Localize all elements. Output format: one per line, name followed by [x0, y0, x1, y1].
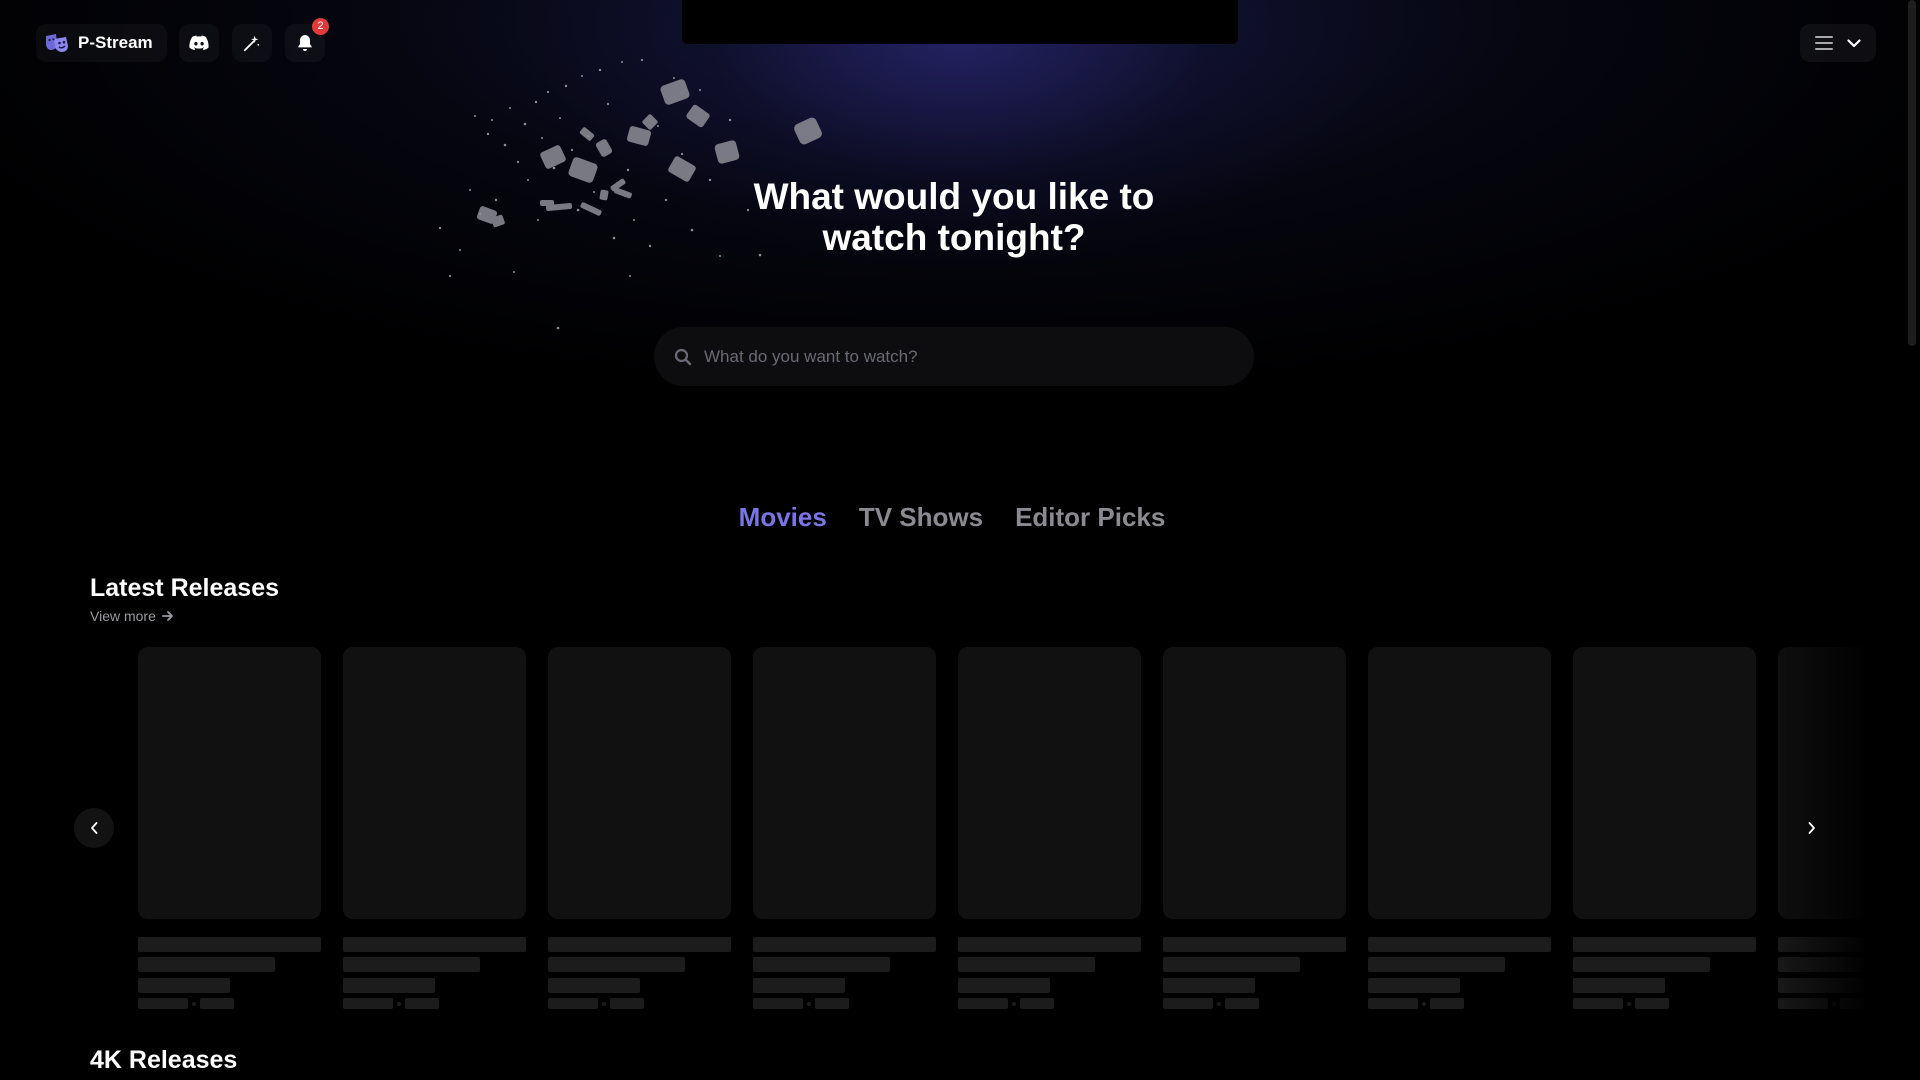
section-title-4k-releases: 4K Releases — [90, 1046, 238, 1074]
title-placeholder-2 — [753, 957, 890, 972]
meta-placeholder-2 — [1635, 998, 1669, 1009]
meta-placeholder-2 — [1430, 998, 1464, 1009]
meta-placeholder-2 — [200, 998, 234, 1009]
media-card-skeleton[interactable] — [1573, 647, 1756, 1009]
subtitle-placeholder — [753, 978, 845, 993]
poster-placeholder — [1368, 647, 1551, 919]
meta-placeholder — [343, 998, 393, 1009]
brand-name: P-Stream — [78, 33, 153, 52]
title-placeholder-2 — [548, 957, 685, 972]
notification-count-badge: 2 — [312, 18, 329, 35]
search-bar[interactable] — [654, 327, 1254, 386]
meta-placeholder — [1368, 998, 1418, 1009]
notifications-button[interactable]: 2 — [285, 18, 329, 62]
title-placeholder — [548, 937, 731, 952]
poster-placeholder — [1163, 647, 1346, 919]
meta-placeholder — [1163, 998, 1213, 1009]
meta-placeholder-2 — [1225, 998, 1259, 1009]
discord-icon — [189, 35, 209, 51]
view-more-link[interactable]: View more — [90, 608, 174, 624]
magic-wand-icon — [243, 35, 260, 52]
media-card-skeleton[interactable] — [1163, 647, 1346, 1009]
search-input[interactable] — [704, 346, 1224, 367]
chevron-right-icon — [1808, 822, 1815, 834]
meta-dot — [1422, 1002, 1426, 1006]
meta-placeholder-2 — [610, 998, 644, 1009]
media-card-skeleton[interactable] — [138, 647, 321, 1009]
poster-placeholder — [1573, 647, 1756, 919]
tab-tv-shows[interactable]: TV Shows — [859, 502, 983, 533]
meta-placeholder — [548, 998, 598, 1009]
title-placeholder-2 — [1573, 957, 1710, 972]
title-placeholder — [138, 937, 321, 952]
poster-placeholder — [958, 647, 1141, 919]
poster-placeholder — [138, 647, 321, 919]
section-title-latest-releases: Latest Releases — [90, 574, 280, 602]
category-tabs: Movies TV Shows Editor Picks — [0, 502, 1904, 533]
hero-title: What would you like to watch tonight? — [753, 176, 1155, 258]
meta-dot — [192, 1002, 196, 1006]
meta-placeholder-2 — [405, 998, 439, 1009]
title-placeholder — [958, 937, 1141, 952]
discover-button[interactable] — [232, 24, 272, 62]
meta-placeholder — [753, 998, 803, 1009]
brand-home-link[interactable]: P-Stream — [36, 24, 167, 62]
title-placeholder — [753, 937, 936, 952]
account-menu-button[interactable] — [1800, 24, 1876, 62]
media-card-skeleton[interactable] — [753, 647, 936, 1009]
arrow-right-icon — [161, 611, 173, 621]
media-carousel — [138, 647, 1864, 1017]
meta-placeholder-2 — [1020, 998, 1054, 1009]
poster-placeholder — [753, 647, 936, 919]
carousel-next-button[interactable] — [1792, 808, 1832, 848]
view-more-label: View more — [90, 608, 156, 624]
subtitle-placeholder — [1573, 978, 1665, 993]
tab-movies[interactable]: Movies — [739, 502, 827, 533]
meta-dot — [807, 1002, 811, 1006]
chevron-down-icon — [1847, 38, 1861, 47]
meta-dot — [397, 1002, 401, 1006]
title-placeholder-2 — [1368, 957, 1505, 972]
scrollbar-thumb[interactable] — [1908, 0, 1916, 346]
chevron-left-icon — [91, 822, 98, 834]
title-placeholder — [1573, 937, 1756, 952]
search-icon — [674, 348, 692, 365]
subtitle-placeholder — [548, 978, 640, 993]
meta-dot — [1217, 1002, 1221, 1006]
media-card-skeleton[interactable] — [958, 647, 1141, 1009]
tab-editor-picks[interactable]: Editor Picks — [1015, 502, 1165, 533]
carousel-prev-button[interactable] — [74, 808, 114, 848]
meta-placeholder — [1573, 998, 1623, 1009]
top-navigation: P-Stream 2 — [0, 0, 1920, 86]
discord-button[interactable] — [179, 24, 219, 62]
media-card-skeleton[interactable] — [343, 647, 526, 1009]
poster-placeholder — [343, 647, 526, 919]
title-placeholder — [1368, 937, 1551, 952]
title-placeholder — [343, 937, 526, 952]
subtitle-placeholder — [1368, 978, 1460, 993]
media-card-skeleton[interactable] — [548, 647, 731, 1009]
title-placeholder-2 — [343, 957, 480, 972]
title-placeholder-2 — [138, 957, 275, 972]
meta-placeholder — [958, 998, 1008, 1009]
media-card-skeleton[interactable] — [1368, 647, 1551, 1009]
meta-dot — [602, 1002, 606, 1006]
masks-logo-icon — [46, 34, 68, 52]
subtitle-placeholder — [1163, 978, 1255, 993]
poster-placeholder — [548, 647, 731, 919]
title-placeholder-2 — [958, 957, 1095, 972]
subtitle-placeholder — [343, 978, 435, 993]
meta-dot — [1627, 1002, 1631, 1006]
title-placeholder-2 — [1163, 957, 1300, 972]
subtitle-placeholder — [958, 978, 1050, 993]
subtitle-placeholder — [138, 978, 230, 993]
bell-icon — [298, 35, 312, 51]
title-placeholder — [1163, 937, 1346, 952]
meta-placeholder-2 — [815, 998, 849, 1009]
hamburger-menu-icon — [1815, 36, 1833, 50]
meta-placeholder — [138, 998, 188, 1009]
meta-dot — [1012, 1002, 1016, 1006]
